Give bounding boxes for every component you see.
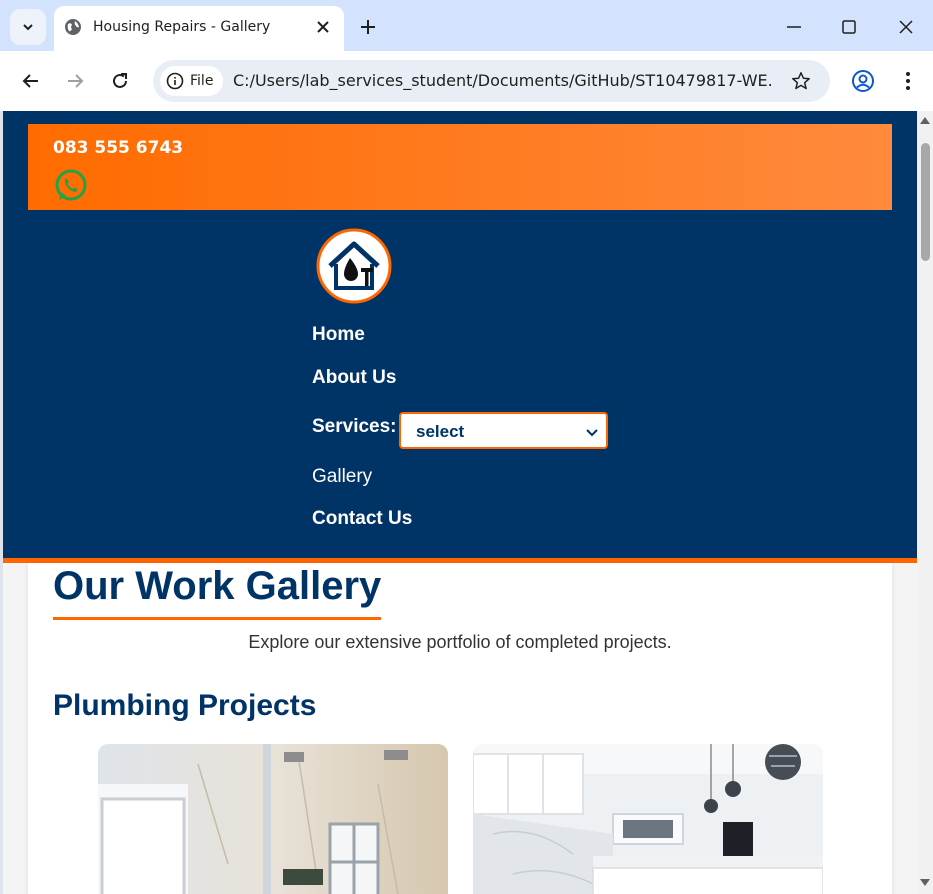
page-scrollbar[interactable] [917, 111, 933, 894]
active-tab[interactable]: Housing Repairs - Gallery [54, 6, 344, 51]
tab-search-button[interactable] [10, 9, 46, 45]
phone-number[interactable]: 083 555 6743 [53, 138, 183, 158]
whatsapp-icon[interactable] [53, 168, 89, 204]
close-window-icon[interactable] [894, 15, 918, 39]
services-selected-value: select [416, 422, 465, 441]
browser-tab-bar: Housing Repairs - Gallery [0, 0, 933, 51]
gallery-photo-kitchen[interactable] [473, 744, 823, 894]
star-icon[interactable] [790, 70, 812, 92]
reload-icon[interactable] [108, 69, 132, 93]
close-icon[interactable] [314, 18, 332, 36]
info-icon [166, 72, 184, 90]
tab-title: Housing Repairs - Gallery [93, 19, 271, 35]
menu-icon[interactable] [896, 69, 920, 93]
page-title: Our Work Gallery [53, 563, 382, 620]
section-title: Plumbing Projects [53, 689, 317, 722]
logo-icon[interactable] [316, 228, 392, 304]
nav-gallery[interactable]: Gallery [312, 466, 372, 488]
scroll-thumb[interactable] [921, 143, 930, 261]
new-tab-icon[interactable] [358, 17, 378, 37]
profile-icon[interactable] [851, 69, 875, 93]
scroll-down-icon[interactable] [920, 879, 930, 887]
gallery-section: Our Work Gallery Explore our extensive p… [28, 563, 892, 894]
site-header: 083 555 6743 Home About Us Services: sel… [3, 111, 917, 563]
page-viewport: 083 555 6743 Home About Us Services: sel… [3, 111, 917, 894]
address-bar[interactable]: File C:/Users/lab_services_student/Docum… [153, 60, 830, 102]
globe-icon [65, 19, 81, 35]
scroll-up-icon[interactable] [920, 116, 930, 124]
chevron-down-icon [586, 429, 598, 437]
site-info-chip[interactable]: File [160, 66, 224, 96]
minimize-icon[interactable] [782, 15, 806, 39]
forward-icon[interactable] [63, 69, 87, 93]
nav-about[interactable]: About Us [312, 367, 396, 389]
services-select[interactable]: select [399, 412, 608, 449]
site-chip-label: File [190, 73, 214, 89]
nav-home[interactable]: Home [312, 324, 365, 346]
intro-text: Explore our extensive portfolio of compl… [248, 632, 672, 652]
tab-search-icon [23, 24, 33, 31]
browser-toolbar: File C:/Users/lab_services_student/Docum… [0, 51, 933, 111]
back-icon[interactable] [19, 69, 43, 93]
nav-services-label: Services: [312, 416, 397, 437]
gallery-photo-bathroom[interactable] [98, 744, 448, 894]
maximize-icon[interactable] [837, 15, 861, 39]
url-text[interactable]: C:/Users/lab_services_student/Documents/… [233, 71, 773, 90]
nav-contact[interactable]: Contact Us [312, 508, 412, 530]
contact-bar: 083 555 6743 [28, 124, 892, 210]
